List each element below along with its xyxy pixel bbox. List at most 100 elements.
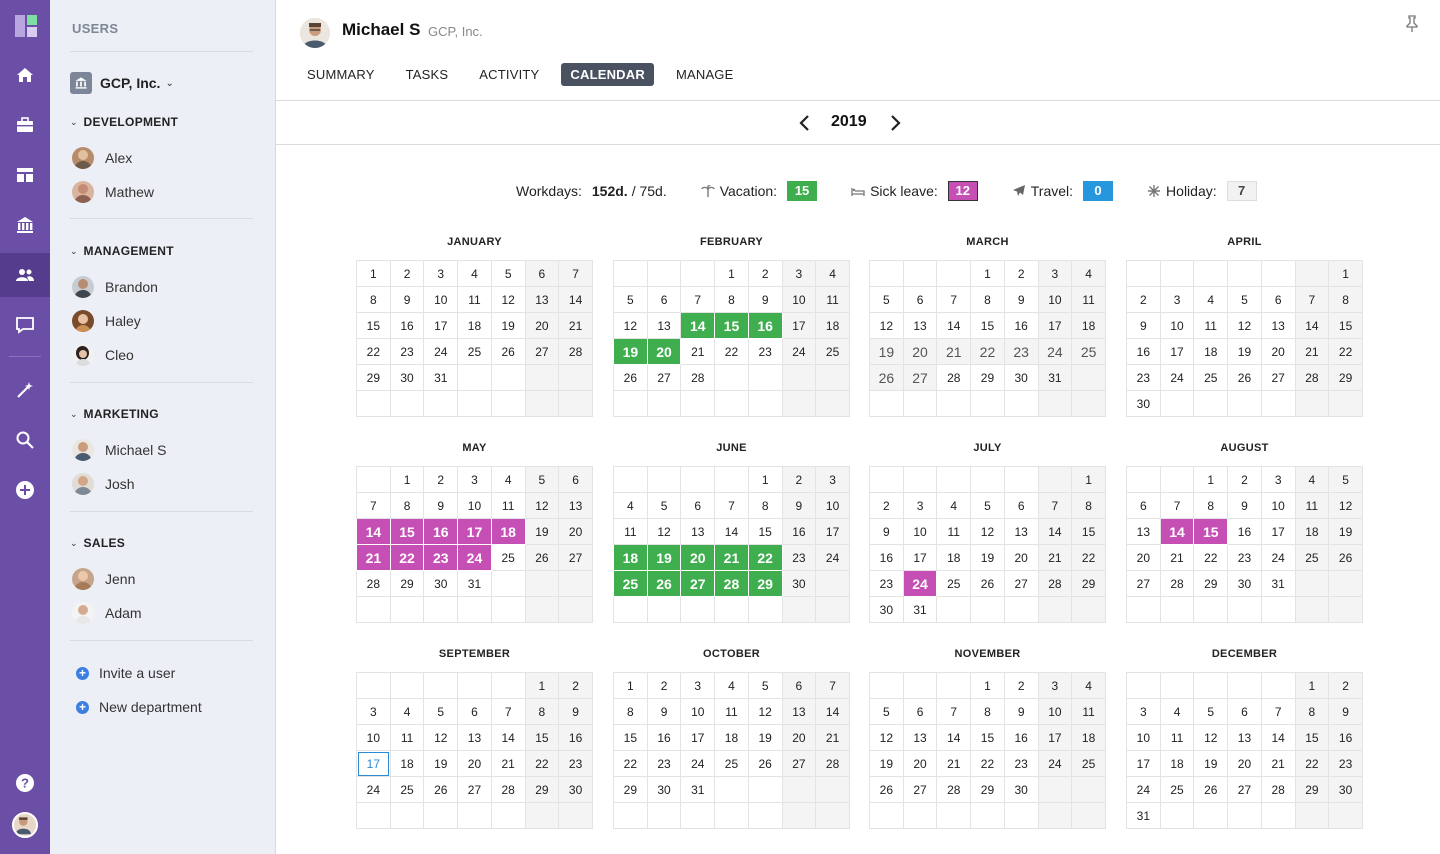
day-cell[interactable]: 7 <box>936 698 972 725</box>
department-development[interactable]: ⌄ DEVELOPMENT <box>70 115 178 129</box>
day-cell[interactable]: 21 <box>714 544 749 571</box>
day-cell[interactable]: 2 <box>1003 672 1039 699</box>
day-cell[interactable]: 9 <box>389 286 425 313</box>
day-cell[interactable]: 8 <box>747 492 783 519</box>
day-cell[interactable]: 22 <box>613 750 648 777</box>
day-cell[interactable]: 1 <box>389 466 425 493</box>
day-cell[interactable]: 31 <box>1126 802 1161 829</box>
day-cell[interactable]: 19 <box>869 338 904 365</box>
search-icon[interactable] <box>0 418 50 462</box>
day-cell[interactable]: 15 <box>389 518 425 545</box>
member-adam[interactable]: Adam <box>72 602 142 624</box>
day-cell[interactable]: 1 <box>1193 466 1229 493</box>
day-cell[interactable]: 23 <box>1328 750 1363 777</box>
day-cell[interactable]: 13 <box>1126 518 1161 545</box>
day-cell[interactable]: 1 <box>1071 466 1106 493</box>
day-cell[interactable]: 7 <box>1294 286 1330 313</box>
day-cell[interactable]: 6 <box>902 698 938 725</box>
day-cell[interactable]: 9 <box>869 518 904 545</box>
day-cell[interactable]: 30 <box>423 570 459 597</box>
day-cell[interactable]: 19 <box>490 312 526 339</box>
day-cell[interactable]: 30 <box>781 570 817 597</box>
day-cell[interactable]: 26 <box>970 570 1005 597</box>
day-cell[interactable]: 24 <box>815 544 850 571</box>
day-cell[interactable]: 14 <box>558 286 593 313</box>
day-cell[interactable]: 18 <box>1071 724 1106 751</box>
chevron-right-icon[interactable] <box>885 112 905 134</box>
day-cell[interactable]: 15 <box>1193 518 1229 545</box>
day-cell[interactable]: 13 <box>558 492 593 519</box>
day-cell[interactable]: 4 <box>714 672 749 699</box>
day-cell[interactable]: 23 <box>558 750 593 777</box>
day-cell[interactable]: 10 <box>457 492 492 519</box>
day-cell[interactable]: 27 <box>1126 570 1161 597</box>
day-cell[interactable]: 16 <box>423 518 459 545</box>
day-cell[interactable]: 3 <box>1037 672 1073 699</box>
day-cell[interactable]: 18 <box>457 312 492 339</box>
day-cell[interactable]: 1 <box>1294 672 1330 699</box>
day-cell[interactable]: 9 <box>1328 698 1363 725</box>
invite-user-button[interactable]: + Invite a user <box>76 665 175 681</box>
day-cell[interactable]: 14 <box>936 312 972 339</box>
day-cell[interactable]: 17 <box>680 724 716 751</box>
day-cell[interactable]: 23 <box>646 750 682 777</box>
member-jenn[interactable]: Jenn <box>72 568 135 590</box>
day-cell[interactable]: 25 <box>815 338 850 365</box>
day-cell[interactable]: 8 <box>524 698 560 725</box>
day-cell[interactable]: 24 <box>1037 750 1073 777</box>
day-cell[interactable]: 1 <box>714 260 749 287</box>
day-cell[interactable]: 25 <box>1294 544 1330 571</box>
day-cell[interactable]: 19 <box>524 518 560 545</box>
day-cell[interactable]: 16 <box>389 312 425 339</box>
day-cell[interactable]: 20 <box>524 312 560 339</box>
day-cell[interactable]: 27 <box>781 750 817 777</box>
tab-activity[interactable]: ACTIVITY <box>470 63 548 86</box>
day-cell[interactable]: 23 <box>1003 750 1039 777</box>
day-cell[interactable]: 15 <box>747 518 783 545</box>
day-cell[interactable]: 18 <box>1159 750 1195 777</box>
day-cell[interactable]: 9 <box>781 492 817 519</box>
day-cell[interactable]: 17 <box>1126 750 1161 777</box>
day-cell[interactable]: 19 <box>646 544 682 571</box>
day-cell[interactable]: 29 <box>747 570 783 597</box>
day-cell[interactable]: 24 <box>356 776 391 803</box>
day-cell[interactable]: 28 <box>1159 570 1195 597</box>
day-cell[interactable]: 14 <box>936 724 972 751</box>
day-cell[interactable]: 27 <box>457 776 492 803</box>
day-cell[interactable]: 22 <box>356 338 391 365</box>
day-cell[interactable]: 19 <box>1193 750 1229 777</box>
day-cell[interactable]: 7 <box>490 698 526 725</box>
day-cell[interactable]: 4 <box>1071 260 1106 287</box>
day-cell[interactable]: 29 <box>356 364 391 391</box>
day-cell[interactable]: 24 <box>1037 338 1073 365</box>
day-cell[interactable]: 2 <box>423 466 459 493</box>
day-cell[interactable]: 10 <box>1037 286 1073 313</box>
day-cell[interactable]: 2 <box>1126 286 1161 313</box>
day-cell[interactable]: 5 <box>646 492 682 519</box>
day-cell[interactable]: 26 <box>1328 544 1363 571</box>
day-cell[interactable]: 31 <box>680 776 716 803</box>
day-cell[interactable]: 21 <box>815 724 850 751</box>
day-cell[interactable]: 28 <box>1294 364 1330 391</box>
day-cell[interactable]: 13 <box>457 724 492 751</box>
day-cell[interactable]: 16 <box>781 518 817 545</box>
day-cell[interactable]: 5 <box>869 286 904 313</box>
day-cell[interactable]: 12 <box>646 518 682 545</box>
day-cell[interactable]: 13 <box>781 698 817 725</box>
day-cell[interactable]: 30 <box>1003 776 1039 803</box>
day-cell[interactable]: 19 <box>970 544 1005 571</box>
day-cell[interactable]: 8 <box>356 286 391 313</box>
day-cell[interactable]: 20 <box>646 338 682 365</box>
day-cell[interactable]: 7 <box>558 260 593 287</box>
day-cell[interactable]: 27 <box>1260 364 1296 391</box>
day-cell[interactable]: 10 <box>423 286 459 313</box>
day-cell[interactable]: 19 <box>747 724 783 751</box>
day-cell[interactable]: 15 <box>613 724 648 751</box>
day-cell[interactable]: 13 <box>1227 724 1262 751</box>
day-cell[interactable]: 2 <box>1227 466 1262 493</box>
day-cell[interactable]: 11 <box>490 492 526 519</box>
day-cell[interactable]: 10 <box>1159 312 1195 339</box>
day-cell[interactable]: 28 <box>1260 776 1296 803</box>
day-cell[interactable]: 7 <box>936 286 972 313</box>
member-josh[interactable]: Josh <box>72 473 135 495</box>
